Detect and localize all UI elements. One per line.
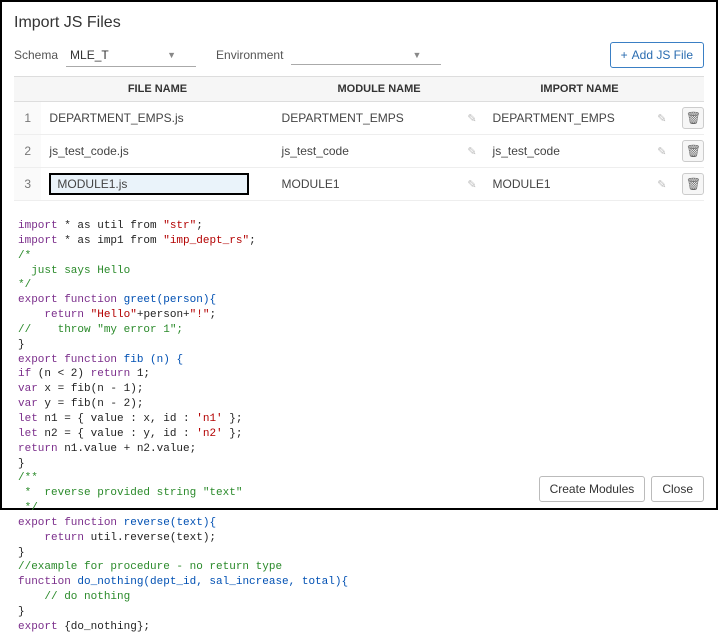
schema-select[interactable]: MLE_T ▼ <box>66 44 196 67</box>
import-name-cell[interactable]: MODULE1 <box>493 177 551 191</box>
environment-label: Environment <box>216 48 283 62</box>
col-header-module: MODULE NAME <box>274 77 485 102</box>
chevron-down-icon: ▼ <box>167 50 176 60</box>
table-row[interactable]: 3 MODULE1.js MODULE1 ✎ MODULE1 ✎ 🗑 <box>14 168 704 201</box>
table-row[interactable]: 1 DEPARTMENT_EMPS.js DEPARTMENT_EMPS ✎ DE… <box>14 102 704 135</box>
pencil-icon[interactable]: ✎ <box>657 112 666 125</box>
table-row[interactable]: 2 js_test_code.js js_test_code ✎ js_test_… <box>14 135 704 168</box>
pencil-icon[interactable]: ✎ <box>467 145 476 158</box>
pencil-icon[interactable]: ✎ <box>467 178 476 191</box>
pencil-icon[interactable]: ✎ <box>657 145 666 158</box>
module-name-cell[interactable]: DEPARTMENT_EMPS <box>282 111 404 125</box>
file-name-cell-selected[interactable]: MODULE1.js <box>49 173 249 195</box>
files-table: FILE NAME MODULE NAME IMPORT NAME 1 DEPA… <box>14 76 704 201</box>
controls-row: Schema MLE_T ▼ Environment ▼ + Add JS Fi… <box>14 42 704 68</box>
row-number: 3 <box>14 168 41 201</box>
create-modules-button[interactable]: Create Modules <box>539 476 646 502</box>
row-number: 2 <box>14 135 41 168</box>
file-name-cell[interactable]: DEPARTMENT_EMPS.js <box>49 111 183 125</box>
col-header-import: IMPORT NAME <box>485 77 675 102</box>
pencil-icon[interactable]: ✎ <box>657 178 666 191</box>
environment-select[interactable]: ▼ <box>291 46 441 65</box>
import-name-cell[interactable]: DEPARTMENT_EMPS <box>493 111 615 125</box>
add-js-file-button[interactable]: + Add JS File <box>610 42 704 68</box>
schema-label: Schema <box>14 48 58 62</box>
module-name-cell[interactable]: js_test_code <box>282 144 349 158</box>
col-header-actions <box>674 77 704 102</box>
chevron-down-icon: ▼ <box>412 50 421 60</box>
pencil-icon[interactable]: ✎ <box>467 112 476 125</box>
dialog-footer: Create Modules Close <box>539 476 704 502</box>
col-header-file: FILE NAME <box>41 77 273 102</box>
schema-value: MLE_T <box>70 48 109 62</box>
trash-icon: 🗑 <box>686 177 701 191</box>
delete-row-button[interactable]: 🗑 <box>682 107 704 129</box>
module-name-cell[interactable]: MODULE1 <box>282 177 340 191</box>
col-header-num <box>14 77 41 102</box>
delete-row-button[interactable]: 🗑 <box>682 173 704 195</box>
add-button-label: Add JS File <box>632 48 693 62</box>
dialog-title: Import JS Files <box>14 10 704 42</box>
code-preview: import * as util from "str"; import * as… <box>14 219 704 635</box>
trash-icon: 🗑 <box>686 144 701 158</box>
delete-row-button[interactable]: 🗑 <box>682 140 704 162</box>
import-name-cell[interactable]: js_test_code <box>493 144 560 158</box>
plus-icon: + <box>621 48 628 62</box>
close-button[interactable]: Close <box>651 476 704 502</box>
trash-icon: 🗑 <box>686 111 701 125</box>
row-number: 1 <box>14 102 41 135</box>
file-name-cell[interactable]: js_test_code.js <box>49 144 128 158</box>
